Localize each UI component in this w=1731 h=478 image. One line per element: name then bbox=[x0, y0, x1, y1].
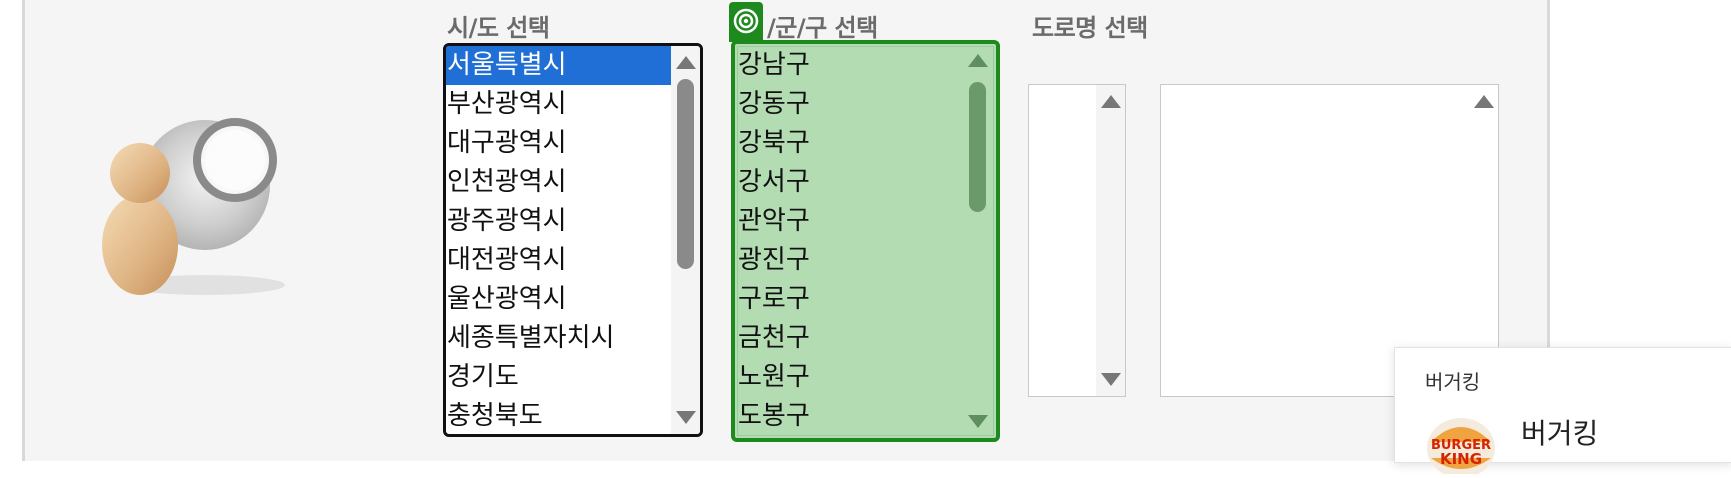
gungu-option[interactable]: 금천구 bbox=[737, 319, 996, 358]
sido-scrollbar[interactable] bbox=[671, 46, 700, 434]
road-heading: 도로명 선택 bbox=[1032, 14, 1148, 42]
user-search-icon bbox=[95, 105, 295, 315]
popup-title: 버거킹 bbox=[1425, 370, 1481, 394]
gungu-option[interactable]: 강남구 bbox=[737, 46, 996, 85]
popup-name: 버거킹 bbox=[1521, 417, 1599, 450]
target-icon bbox=[729, 2, 763, 42]
sido-option[interactable]: 서울특별시 bbox=[446, 46, 672, 85]
sido-option[interactable]: 인천광역시 bbox=[446, 163, 700, 202]
scroll-up-arrow-icon[interactable] bbox=[1101, 95, 1121, 108]
sido-option[interactable]: 울산광역시 bbox=[446, 280, 700, 319]
logo-text-bottom: KING bbox=[1440, 450, 1482, 468]
sido-option[interactable]: 광주광역시 bbox=[446, 202, 700, 241]
sido-heading: 시/도 선택 bbox=[447, 14, 550, 42]
gungu-option[interactable]: 노원구 bbox=[737, 358, 996, 397]
scroll-thumb[interactable] bbox=[969, 82, 986, 212]
sido-option[interactable]: 세종특별자치시 bbox=[446, 319, 700, 358]
scroll-down-arrow-icon[interactable] bbox=[676, 411, 696, 424]
scroll-thumb[interactable] bbox=[677, 79, 694, 269]
gungu-option[interactable]: 강서구 bbox=[737, 163, 996, 202]
gungu-scrollbar[interactable] bbox=[963, 44, 992, 438]
scroll-up-arrow-icon[interactable] bbox=[968, 54, 988, 67]
gungu-option[interactable]: 강동구 bbox=[737, 85, 996, 124]
gungu-option[interactable]: 도봉구 bbox=[737, 397, 996, 436]
sido-option[interactable]: 대구광역시 bbox=[446, 124, 700, 163]
scroll-down-arrow-icon[interactable] bbox=[968, 415, 988, 428]
gungu-option[interactable]: 구로구 bbox=[737, 280, 996, 319]
sido-option[interactable]: 대전광역시 bbox=[446, 241, 700, 280]
gungu-heading: /군/구 선택 bbox=[767, 14, 878, 42]
road-scrollbar-primary[interactable] bbox=[1096, 85, 1125, 396]
sido-option[interactable]: 부산광역시 bbox=[446, 85, 700, 124]
sido-option[interactable]: 충청북도 bbox=[446, 397, 700, 434]
sido-option[interactable]: 경기도 bbox=[446, 358, 700, 397]
scroll-up-arrow-icon[interactable] bbox=[676, 56, 696, 69]
gungu-option[interactable]: 강북구 bbox=[737, 124, 996, 163]
sido-listbox[interactable]: 서울특별시 부산광역시 대구광역시 인천광역시 광주광역시 대전광역시 울산광역시 세종특별자… bbox=[443, 43, 703, 437]
notification-popup[interactable]: 버거킹 BURGER KING 버거킹 bbox=[1394, 347, 1731, 478]
road-listbox-primary[interactable] bbox=[1028, 84, 1126, 397]
scroll-down-arrow-icon[interactable] bbox=[1101, 373, 1121, 386]
gungu-option[interactable]: 관악구 bbox=[737, 202, 996, 241]
scroll-up-arrow-icon[interactable] bbox=[1474, 95, 1494, 108]
gungu-listbox[interactable]: 강남구 강동구 강북구 강서구 관악구 광진구 구로구 금천구 노원구 도봉구 bbox=[731, 40, 1000, 442]
burger-king-logo: BURGER KING bbox=[1425, 414, 1497, 478]
gungu-option[interactable]: 광진구 bbox=[737, 241, 996, 280]
